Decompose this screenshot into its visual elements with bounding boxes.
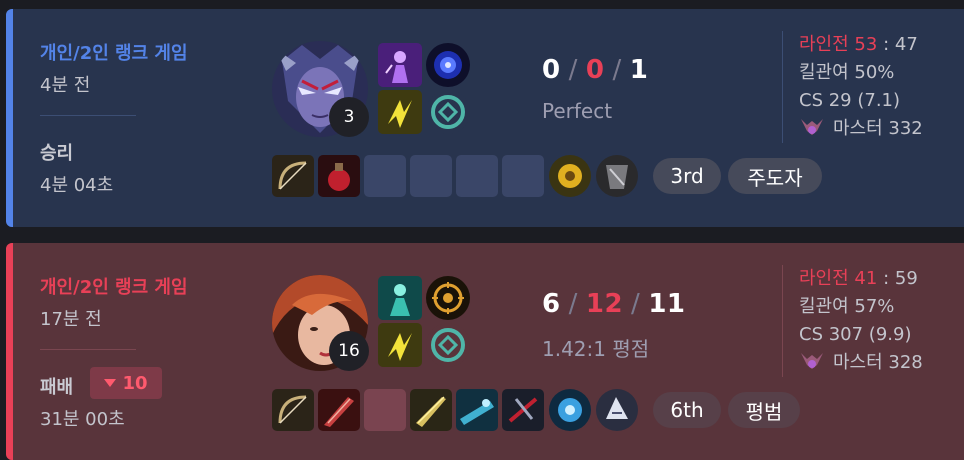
- item-cannon-icon[interactable]: [456, 389, 498, 431]
- match-result: 승리: [40, 143, 74, 164]
- creep-score: CS 29 (7.1): [799, 90, 901, 111]
- item-slot-empty: [364, 155, 406, 197]
- item-slot-empty: [456, 155, 498, 197]
- rune-resolve-icon[interactable]: [426, 323, 470, 367]
- result-accent-bar: [6, 243, 13, 460]
- laning-score: 라인전 53 : 47: [799, 34, 918, 55]
- rune-resolve-icon[interactable]: [426, 90, 470, 134]
- champion-level: 16: [329, 331, 369, 371]
- laning-score: 라인전 41 : 59: [799, 268, 918, 289]
- divider: [40, 349, 136, 350]
- match-card-win[interactable]: 개인/2인 랭크 게임 4분 전 승리 4분 04초 3 0/0/1 Perfe…: [6, 9, 964, 227]
- kill-participation: 킬관여 50%: [799, 62, 895, 83]
- item-sword-icon[interactable]: [410, 389, 452, 431]
- trinket-farsight-icon[interactable]: [549, 389, 591, 431]
- item-runes-icon[interactable]: [596, 389, 638, 431]
- item-bow-icon[interactable]: [272, 155, 314, 197]
- summoner-spell-cleanse-icon[interactable]: [378, 276, 422, 320]
- kills: 6: [542, 289, 561, 319]
- tier-row: 마스터 332: [799, 115, 923, 143]
- tier-row: 마스터 328: [799, 349, 923, 377]
- lp-change-badge: 10: [90, 367, 162, 399]
- assists: 1: [629, 55, 649, 85]
- item-armor-icon[interactable]: [596, 155, 638, 197]
- rune-phase-rush-icon[interactable]: [378, 323, 422, 367]
- master-tier-icon: [801, 353, 823, 369]
- item-bow-icon[interactable]: [272, 389, 314, 431]
- match-card-loss[interactable]: 개인/2인 랭크 게임 17분 전 패배 10 31분 00초 16 6/12/…: [6, 243, 964, 460]
- master-tier-icon: [801, 119, 823, 135]
- match-result: 패배: [40, 377, 74, 398]
- champion-level: 3: [329, 97, 369, 137]
- divider: [40, 115, 136, 116]
- summoner-spell-ignite-icon[interactable]: [426, 43, 470, 87]
- item-blade-icon[interactable]: [318, 389, 360, 431]
- trinket-ward-icon[interactable]: [549, 155, 591, 197]
- assists: 11: [648, 289, 686, 319]
- divider: [782, 31, 783, 143]
- placement-badge: 3rd: [653, 158, 721, 194]
- divider: [782, 265, 783, 377]
- summoner-spell-ghost-icon[interactable]: [378, 43, 422, 87]
- match-duration: 31분 00초: [40, 409, 125, 430]
- result-accent-bar: [6, 9, 13, 227]
- kda-ratio: Perfect: [542, 99, 613, 123]
- performance-tag: 평범: [728, 392, 800, 428]
- kill-participation: 킬관여 57%: [799, 296, 895, 317]
- match-stats: 라인전 53 : 47 킬관여 50% CS 29 (7.1) 마스터 332: [799, 31, 923, 143]
- time-ago: 4분 전: [40, 75, 91, 96]
- kda-ratio: 1.42:1 평점: [542, 337, 650, 361]
- rune-phase-rush-icon[interactable]: [378, 90, 422, 134]
- rune-conqueror-icon[interactable]: [426, 276, 470, 320]
- item-slot-empty: [364, 389, 406, 431]
- queue-type: 개인/2인 랭크 게임: [40, 277, 188, 298]
- creep-score: CS 307 (9.9): [799, 324, 912, 345]
- match-stats: 라인전 41 : 59 킬관여 57% CS 307 (9.9) 마스터 328: [799, 265, 923, 377]
- triangle-down-icon: [104, 379, 117, 387]
- placement-badge: 6th: [653, 392, 721, 428]
- deaths: 0: [585, 55, 605, 85]
- item-slot-empty: [410, 155, 452, 197]
- item-crossbow-icon[interactable]: [502, 389, 544, 431]
- time-ago: 17분 전: [40, 309, 102, 330]
- match-duration: 4분 04초: [40, 175, 114, 196]
- performance-tag: 주도자: [728, 158, 822, 194]
- item-slot-empty: [502, 155, 544, 197]
- kda-score: 0/0/1: [542, 55, 649, 85]
- deaths: 12: [585, 289, 624, 319]
- item-health-potion-icon[interactable]: [318, 155, 360, 197]
- kills: 0: [542, 55, 561, 85]
- kda-score: 6/12/11: [542, 289, 686, 319]
- queue-type: 개인/2인 랭크 게임: [40, 43, 188, 64]
